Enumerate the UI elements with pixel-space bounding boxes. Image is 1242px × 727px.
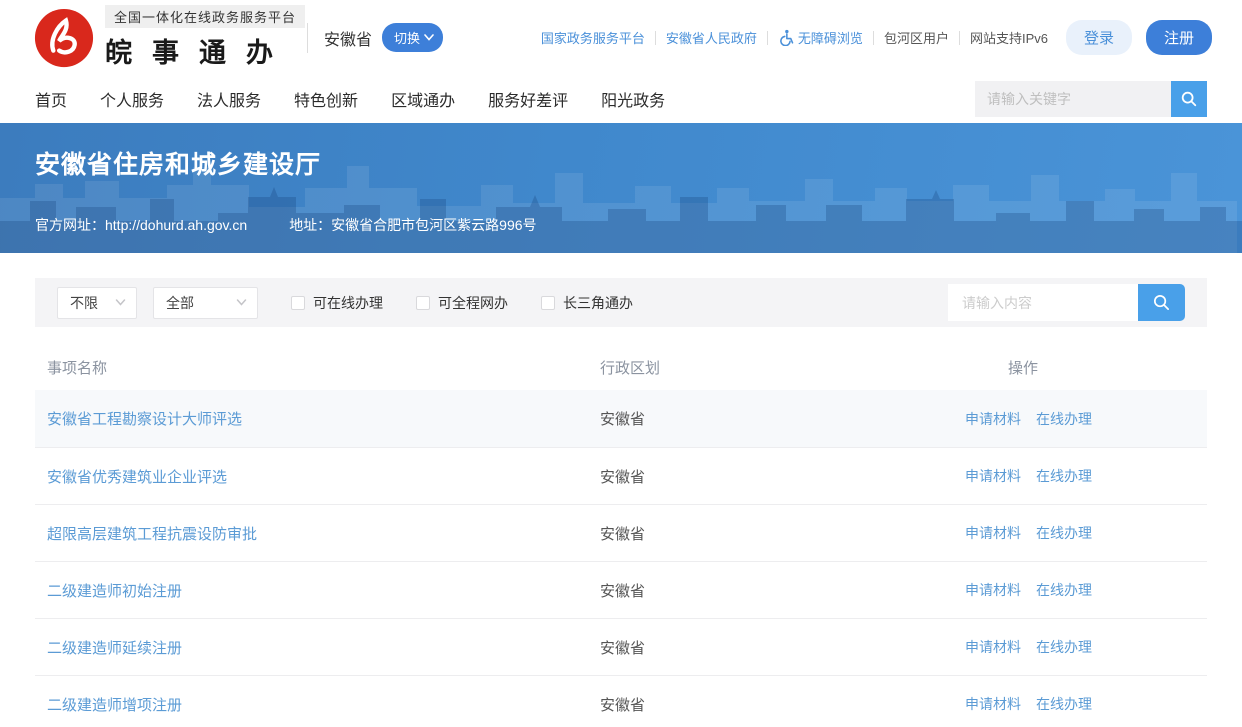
nav-item-innovation[interactable]: 特色创新: [294, 87, 358, 111]
current-region-label: 安徽省: [324, 26, 372, 50]
department-website: 官方网址：http://dohurd.ah.gov.cn: [35, 215, 247, 235]
table-row: 二级建造师延续注册 安徽省 申请材料 在线办理: [35, 618, 1207, 675]
platform-logo-icon: [33, 7, 95, 69]
divider: [307, 23, 308, 53]
banner-content: 安徽省住房和城乡建设厅 官方网址：http://dohurd.ah.gov.cn…: [0, 123, 1242, 235]
apply-materials-link[interactable]: 申请材料: [965, 637, 1021, 657]
link-national-platform[interactable]: 国家政务服务平台: [541, 28, 645, 47]
region-cell: 安徽省: [600, 408, 965, 429]
nav-item-rating[interactable]: 服务好差评: [488, 87, 568, 111]
services-table: 事项名称 行政区划 操作 安徽省工程勘察设计大师评选 安徽省 申请材料 在线办理…: [35, 345, 1207, 727]
type-dropdown[interactable]: 全部: [153, 287, 258, 319]
checkbox-label: 可在线办理: [313, 293, 383, 313]
apply-materials-link[interactable]: 申请材料: [965, 580, 1021, 600]
region-cell: 安徽省: [600, 466, 965, 487]
service-link[interactable]: 安徽省优秀建筑业企业评选: [47, 469, 227, 486]
login-button[interactable]: 登录: [1066, 20, 1132, 55]
keyword-search-input[interactable]: [975, 81, 1171, 117]
region-cell: 安徽省: [600, 523, 965, 544]
checkbox-yangtze-delta[interactable]: 长三角通办: [541, 293, 633, 313]
service-link[interactable]: 超限高层建筑工程抗震设防审批: [47, 526, 257, 543]
search-icon: [1152, 293, 1171, 312]
region-switch-button[interactable]: 切换: [382, 23, 443, 52]
brand-name: 皖事通办: [105, 31, 325, 70]
apply-materials-link[interactable]: 申请材料: [965, 409, 1021, 429]
handle-online-link[interactable]: 在线办理: [1036, 523, 1092, 543]
department-banner: 安徽省住房和城乡建设厅 官方网址：http://dohurd.ah.gov.cn…: [0, 123, 1242, 253]
region-cell: 安徽省: [600, 637, 965, 658]
link-district-user[interactable]: 包河区用户: [884, 28, 949, 47]
column-header-region: 行政区划: [600, 357, 965, 378]
checkbox-icon: [541, 296, 555, 310]
link-accessibility[interactable]: 无障碍浏览: [778, 28, 863, 47]
brand-block: 全国一体化在线政务服务平台 皖事通办: [105, 5, 305, 70]
top-links: 国家政务服务平台 安徽省人民政府 无障碍浏览 包河区用户 网站支持IPv6: [541, 28, 1048, 47]
nav-item-home[interactable]: 首页: [35, 87, 67, 111]
region-cell: 安徽省: [600, 694, 965, 715]
wheelchair-icon: [778, 29, 795, 46]
type-dropdown-value: 全部: [166, 293, 194, 313]
divider: [767, 31, 768, 45]
checkbox-icon: [291, 296, 305, 310]
chevron-down-icon: [236, 299, 247, 306]
table-row: 二级建造师初始注册 安徽省 申请材料 在线办理: [35, 561, 1207, 618]
search-icon: [1180, 90, 1198, 108]
service-link[interactable]: 二级建造师初始注册: [47, 583, 182, 600]
apply-materials-link[interactable]: 申请材料: [965, 466, 1021, 486]
department-title: 安徽省住房和城乡建设厅: [35, 123, 1207, 181]
scope-dropdown-value: 不限: [70, 293, 98, 313]
table-row: 安徽省优秀建筑业企业评选 安徽省 申请材料 在线办理: [35, 447, 1207, 504]
apply-materials-link[interactable]: 申请材料: [965, 523, 1021, 543]
divider: [873, 31, 874, 45]
handle-online-link[interactable]: 在线办理: [1036, 694, 1092, 714]
chevron-down-icon: [115, 299, 126, 306]
chevron-down-icon: [424, 34, 434, 41]
keyword-search-button[interactable]: [1171, 81, 1207, 117]
table-header: 事项名称 行政区划 操作: [35, 345, 1207, 390]
department-address: 地址：安徽省合肥市包河区紫云路996号: [289, 215, 536, 235]
handle-online-link[interactable]: 在线办理: [1036, 409, 1092, 429]
handle-online-link[interactable]: 在线办理: [1036, 637, 1092, 657]
page: 全国一体化在线政务服务平台 皖事通办 安徽省 切换 国家政务服务平台 安徽省人民…: [0, 0, 1242, 727]
main-nav: 首页 个人服务 法人服务 特色创新 区域通办 服务好差评 阳光政务: [0, 75, 1242, 123]
table-row: 二级建造师增项注册 安徽省 申请材料 在线办理: [35, 675, 1207, 727]
link-ipv6: 网站支持IPv6: [970, 28, 1048, 47]
nav-item-personal[interactable]: 个人服务: [100, 87, 164, 111]
nav-item-sunshine[interactable]: 阳光政务: [601, 87, 665, 111]
region-switch-label: 切换: [394, 28, 420, 47]
nav-items: 首页 个人服务 法人服务 特色创新 区域通办 服务好差评 阳光政务: [35, 87, 665, 111]
scope-dropdown[interactable]: 不限: [57, 287, 137, 319]
checkbox-online-available[interactable]: 可在线办理: [291, 293, 383, 313]
column-header-action: 操作: [965, 357, 1207, 378]
content-search-input[interactable]: [948, 284, 1138, 321]
nav-search: [975, 81, 1207, 117]
divider: [959, 31, 960, 45]
checkbox-full-online[interactable]: 可全程网办: [416, 293, 508, 313]
service-link[interactable]: 二级建造师延续注册: [47, 640, 182, 657]
handle-online-link[interactable]: 在线办理: [1036, 580, 1092, 600]
table-row: 安徽省工程勘察设计大师评选 安徽省 申请材料 在线办理: [35, 390, 1207, 447]
service-link[interactable]: 安徽省工程勘察设计大师评选: [47, 411, 242, 428]
divider: [655, 31, 656, 45]
table-row: 超限高层建筑工程抗震设防审批 安徽省 申请材料 在线办理: [35, 504, 1207, 561]
nav-item-regional[interactable]: 区域通办: [391, 87, 455, 111]
content-search-button[interactable]: [1138, 284, 1185, 321]
region-cell: 安徽省: [600, 580, 965, 601]
filter-bar: 不限 全部 可在线办理 可全程网办 长三角通办: [35, 278, 1207, 327]
service-link[interactable]: 二级建造师增项注册: [47, 697, 182, 714]
column-header-name: 事项名称: [47, 357, 600, 378]
link-provincial-gov[interactable]: 安徽省人民政府: [666, 28, 757, 47]
accessibility-label: 无障碍浏览: [798, 28, 863, 47]
register-button[interactable]: 注册: [1146, 20, 1212, 55]
checkbox-label: 长三角通办: [563, 293, 633, 313]
platform-tagline: 全国一体化在线政务服务平台: [105, 5, 305, 28]
content-search: [948, 284, 1185, 321]
checkbox-label: 可全程网办: [438, 293, 508, 313]
apply-materials-link[interactable]: 申请材料: [965, 694, 1021, 714]
nav-item-legal[interactable]: 法人服务: [197, 87, 261, 111]
checkbox-icon: [416, 296, 430, 310]
top-bar: 全国一体化在线政务服务平台 皖事通办 安徽省 切换 国家政务服务平台 安徽省人民…: [0, 0, 1242, 75]
department-meta: 官方网址：http://dohurd.ah.gov.cn 地址：安徽省合肥市包河…: [35, 215, 1207, 235]
handle-online-link[interactable]: 在线办理: [1036, 466, 1092, 486]
